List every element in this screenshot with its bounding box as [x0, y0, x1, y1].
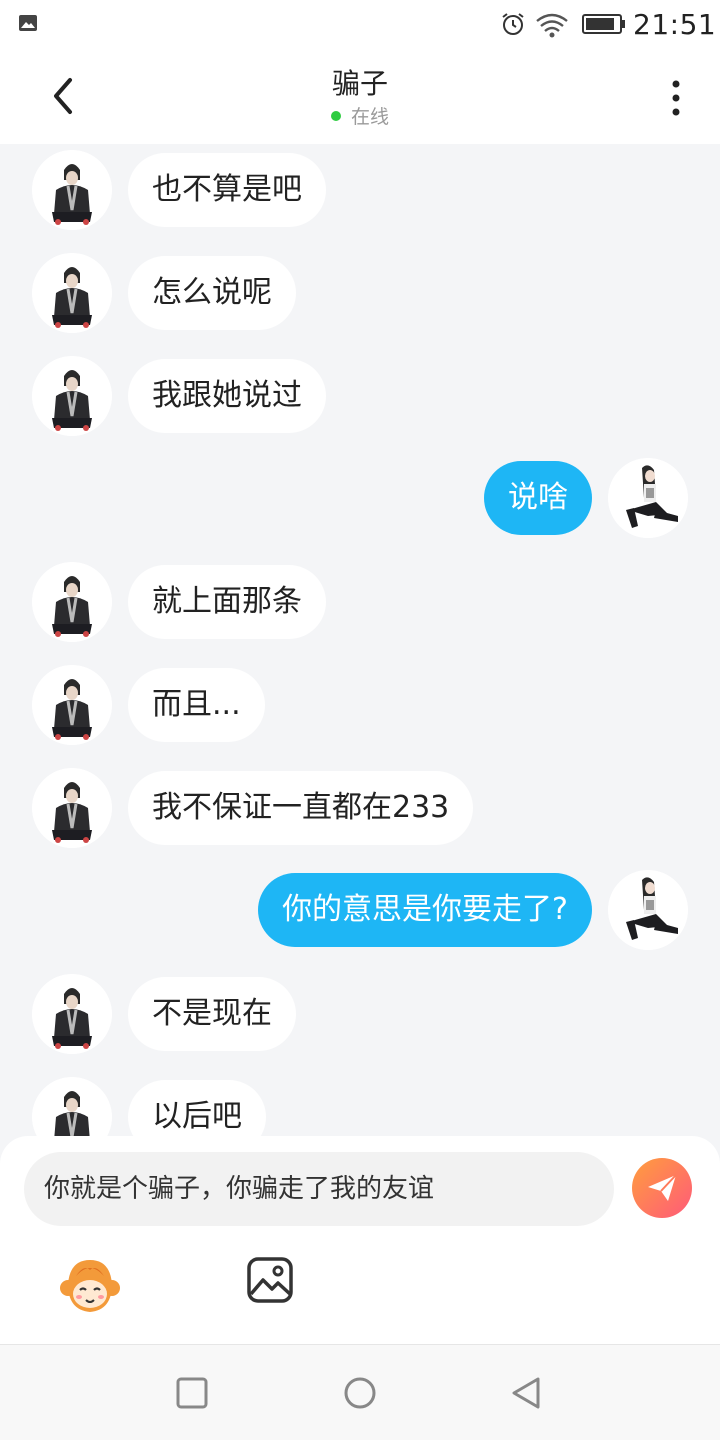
chat-header: 骗子 在线 — [0, 48, 720, 144]
message-row-incoming: 怎么说呢 — [0, 253, 720, 333]
message-input[interactable] — [24, 1152, 614, 1226]
message-row-incoming: 我跟她说过 — [0, 356, 720, 436]
contact-avatar[interactable] — [32, 562, 112, 642]
message-bubble[interactable]: 也不算是吧 — [128, 153, 326, 227]
contact-avatar[interactable] — [32, 253, 112, 333]
message-bubble[interactable]: 不是现在 — [128, 977, 296, 1051]
contact-avatar[interactable] — [32, 768, 112, 848]
clock: 21:51 — [633, 8, 717, 41]
image-icon[interactable] — [246, 1256, 294, 1304]
home-icon[interactable] — [342, 1375, 378, 1411]
system-nav-bar — [0, 1344, 720, 1440]
send-button[interactable] — [632, 1158, 692, 1218]
contact-avatar[interactable] — [32, 150, 112, 230]
my-avatar[interactable] — [608, 870, 688, 950]
message-bubble[interactable]: 而且... — [128, 668, 265, 742]
message-composer — [0, 1136, 720, 1344]
status-bar: 21:51 — [0, 0, 720, 48]
message-bubble[interactable]: 说啥 — [484, 461, 592, 535]
monkey-emoji-icon[interactable] — [58, 1254, 122, 1318]
online-dot-icon — [330, 111, 341, 121]
battery-icon — [582, 14, 625, 34]
paper-plane-icon — [648, 1174, 677, 1201]
back-nav-icon[interactable] — [508, 1375, 544, 1411]
message-bubble[interactable]: 我跟她说过 — [128, 359, 326, 433]
message-list[interactable]: 也不算是吧 怎么说呢 我跟她说过 说啥 就上面那条 而且... 我不保证一直都在… — [0, 144, 720, 1136]
message-bubble[interactable]: 你的意思是你要走了? — [258, 873, 592, 947]
contact-avatar[interactable] — [32, 1077, 112, 1136]
message-row-incoming: 不是现在 — [0, 974, 720, 1054]
contact-name: 骗子 — [331, 67, 388, 100]
my-avatar[interactable] — [608, 458, 688, 538]
contact-avatar[interactable] — [32, 665, 112, 745]
contact-avatar[interactable] — [32, 974, 112, 1054]
message-row-incoming: 而且... — [0, 665, 720, 745]
message-bubble[interactable]: 以后吧 — [128, 1080, 266, 1136]
message-row-incoming: 也不算是吧 — [0, 150, 720, 230]
alarm-icon — [502, 13, 524, 35]
message-bubble[interactable]: 怎么说呢 — [128, 256, 296, 330]
online-status-label: 在线 — [350, 106, 389, 128]
online-status: 在线 — [0, 102, 720, 129]
message-row-incoming: 就上面那条 — [0, 562, 720, 642]
gallery-icon — [19, 15, 37, 31]
message-bubble[interactable]: 我不保证一直都在233 — [128, 771, 474, 845]
wifi-icon — [536, 13, 568, 38]
message-bubble[interactable]: 就上面那条 — [128, 565, 326, 639]
more-options-icon[interactable] — [666, 78, 686, 118]
recent-apps-icon[interactable] — [174, 1375, 210, 1411]
message-row-outgoing: 说啥 — [0, 458, 720, 538]
message-row-incoming: 以后吧 — [0, 1077, 720, 1136]
message-row-outgoing: 你的意思是你要走了? — [0, 870, 720, 950]
message-row-incoming: 我不保证一直都在233 — [0, 768, 720, 848]
contact-avatar[interactable] — [32, 356, 112, 436]
